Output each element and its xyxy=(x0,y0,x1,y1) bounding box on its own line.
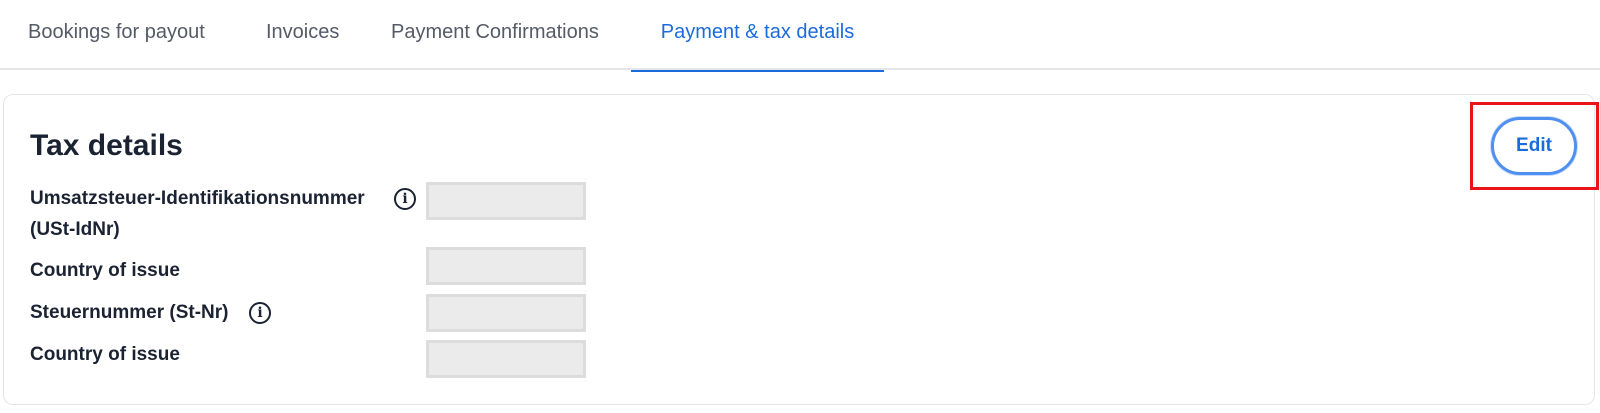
payment-tax-details-page: Bookings for payout Invoices Payment Con… xyxy=(0,0,1600,413)
tax-number-country-value xyxy=(426,340,586,378)
vat-id-label-line1: Umsatzsteuer-Identifikationsnummer xyxy=(30,188,365,209)
vat-country-label: Country of issue xyxy=(30,260,180,281)
tab-payment-confirmations[interactable]: Payment Confirmations xyxy=(391,0,599,70)
edit-button[interactable]: Edit xyxy=(1491,117,1577,175)
tab-payment-tax-details[interactable]: Payment & tax details xyxy=(631,0,884,72)
tab-invoices[interactable]: Invoices xyxy=(266,0,339,70)
section-title: Tax details xyxy=(30,129,183,162)
info-icon[interactable]: i xyxy=(249,302,271,324)
info-icon[interactable]: i xyxy=(394,188,416,210)
tab-bar: Bookings for payout Invoices Payment Con… xyxy=(0,0,1600,72)
vat-country-value xyxy=(426,247,586,285)
tax-number-country-label: Country of issue xyxy=(30,344,180,365)
tab-bookings-for-payout[interactable]: Bookings for payout xyxy=(28,0,205,70)
tax-number-value xyxy=(426,294,586,332)
vat-id-label: Umsatzsteuer-Identifikationsnummer (USt-… xyxy=(30,183,365,245)
vat-id-value xyxy=(426,182,586,220)
tax-details-card: Tax details Edit Umsatzsteuer-Identifika… xyxy=(3,94,1599,405)
tax-number-label: Steuernummer (St-Nr) xyxy=(30,302,229,323)
vat-id-label-line2: (USt-IdNr) xyxy=(30,219,120,240)
